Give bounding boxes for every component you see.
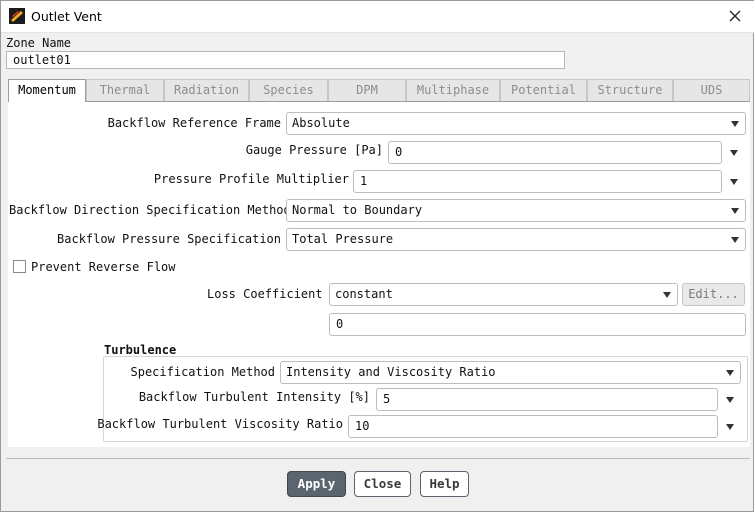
specification-method-value: Intensity and Viscosity Ratio xyxy=(286,365,496,379)
gauge-pressure-label: Gauge Pressure [Pa] xyxy=(245,143,383,157)
backflow-reference-frame-label: Backflow Reference Frame xyxy=(107,116,281,130)
tab-multiphase[interactable]: Multiphase xyxy=(406,79,500,101)
turbulent-viscosity-ratio-chevron-icon[interactable] xyxy=(726,424,734,430)
backflow-pressure-dropdown[interactable]: Total Pressure xyxy=(286,228,746,251)
chevron-down-icon xyxy=(731,237,739,243)
app-icon xyxy=(9,8,25,24)
prevent-reverse-flow-checkbox[interactable] xyxy=(13,260,26,273)
loss-coefficient-method-dropdown[interactable]: constant xyxy=(329,283,678,306)
turbulent-intensity-input[interactable]: 5 xyxy=(376,388,718,411)
close-icon[interactable] xyxy=(722,4,748,28)
pressure-profile-multiplier-chevron-icon[interactable] xyxy=(730,179,738,185)
window-title: Outlet Vent xyxy=(31,9,102,24)
turbulent-viscosity-ratio-input[interactable]: 10 xyxy=(348,415,718,438)
loss-coefficient-label: Loss Coefficient xyxy=(207,287,323,301)
gauge-pressure-input[interactable]: 0 xyxy=(388,141,722,164)
specification-method-dropdown[interactable]: Intensity and Viscosity Ratio xyxy=(280,361,741,384)
zone-name-input[interactable]: outlet01 xyxy=(6,51,565,69)
tab-species[interactable]: Species xyxy=(249,79,328,101)
title-bar[interactable]: Outlet Vent xyxy=(1,1,754,33)
specification-method-label: Specification Method xyxy=(130,365,276,379)
backflow-direction-label: Backflow Direction Specification Method xyxy=(9,203,291,217)
pressure-profile-multiplier-input[interactable]: 1 xyxy=(353,170,722,193)
backflow-reference-frame-value: Absolute xyxy=(292,116,350,130)
tab-potential[interactable]: Potential xyxy=(500,79,587,101)
footer-divider xyxy=(6,458,750,459)
tab-uds[interactable]: UDS xyxy=(673,79,750,101)
help-button[interactable]: Help xyxy=(420,471,469,497)
tab-bar: Momentum Thermal Radiation Species DPM M… xyxy=(8,79,750,102)
close-button[interactable]: Close xyxy=(354,471,411,497)
turbulence-heading: Turbulence xyxy=(104,343,177,357)
backflow-pressure-value: Total Pressure xyxy=(292,232,394,246)
pressure-profile-multiplier-label: Pressure Profile Multiplier xyxy=(153,172,349,186)
zone-name-label: Zone Name xyxy=(6,36,72,50)
backflow-pressure-label: Backflow Pressure Specification xyxy=(57,232,281,246)
turbulent-intensity-label: Backflow Turbulent Intensity [%] xyxy=(138,390,370,404)
tab-structure[interactable]: Structure xyxy=(587,79,673,101)
chevron-down-icon xyxy=(663,292,671,298)
turbulent-intensity-chevron-icon[interactable] xyxy=(726,397,734,403)
apply-button[interactable]: Apply xyxy=(287,471,346,497)
tab-radiation[interactable]: Radiation xyxy=(164,79,249,101)
loss-coefficient-value-input[interactable]: 0 xyxy=(329,313,746,336)
chevron-down-icon xyxy=(731,121,739,127)
backflow-direction-dropdown[interactable]: Normal to Boundary xyxy=(286,199,746,222)
backflow-direction-value: Normal to Boundary xyxy=(292,203,423,217)
gauge-pressure-profile-chevron-icon[interactable] xyxy=(730,150,738,156)
tab-dpm[interactable]: DPM xyxy=(328,79,406,101)
chevron-down-icon xyxy=(726,370,734,376)
turbulent-viscosity-ratio-label: Backflow Turbulent Viscosity Ratio xyxy=(97,417,343,431)
loss-coefficient-method-value: constant xyxy=(335,287,393,301)
tab-momentum[interactable]: Momentum xyxy=(8,79,86,102)
chevron-down-icon xyxy=(731,208,739,214)
tab-thermal[interactable]: Thermal xyxy=(86,79,164,101)
loss-coefficient-edit-button[interactable]: Edit... xyxy=(682,283,745,306)
backflow-reference-frame-dropdown[interactable]: Absolute xyxy=(286,112,746,135)
prevent-reverse-flow-label: Prevent Reverse Flow xyxy=(31,260,176,274)
dialog-window: Outlet Vent Zone Name outlet01 Momentum … xyxy=(0,0,754,512)
